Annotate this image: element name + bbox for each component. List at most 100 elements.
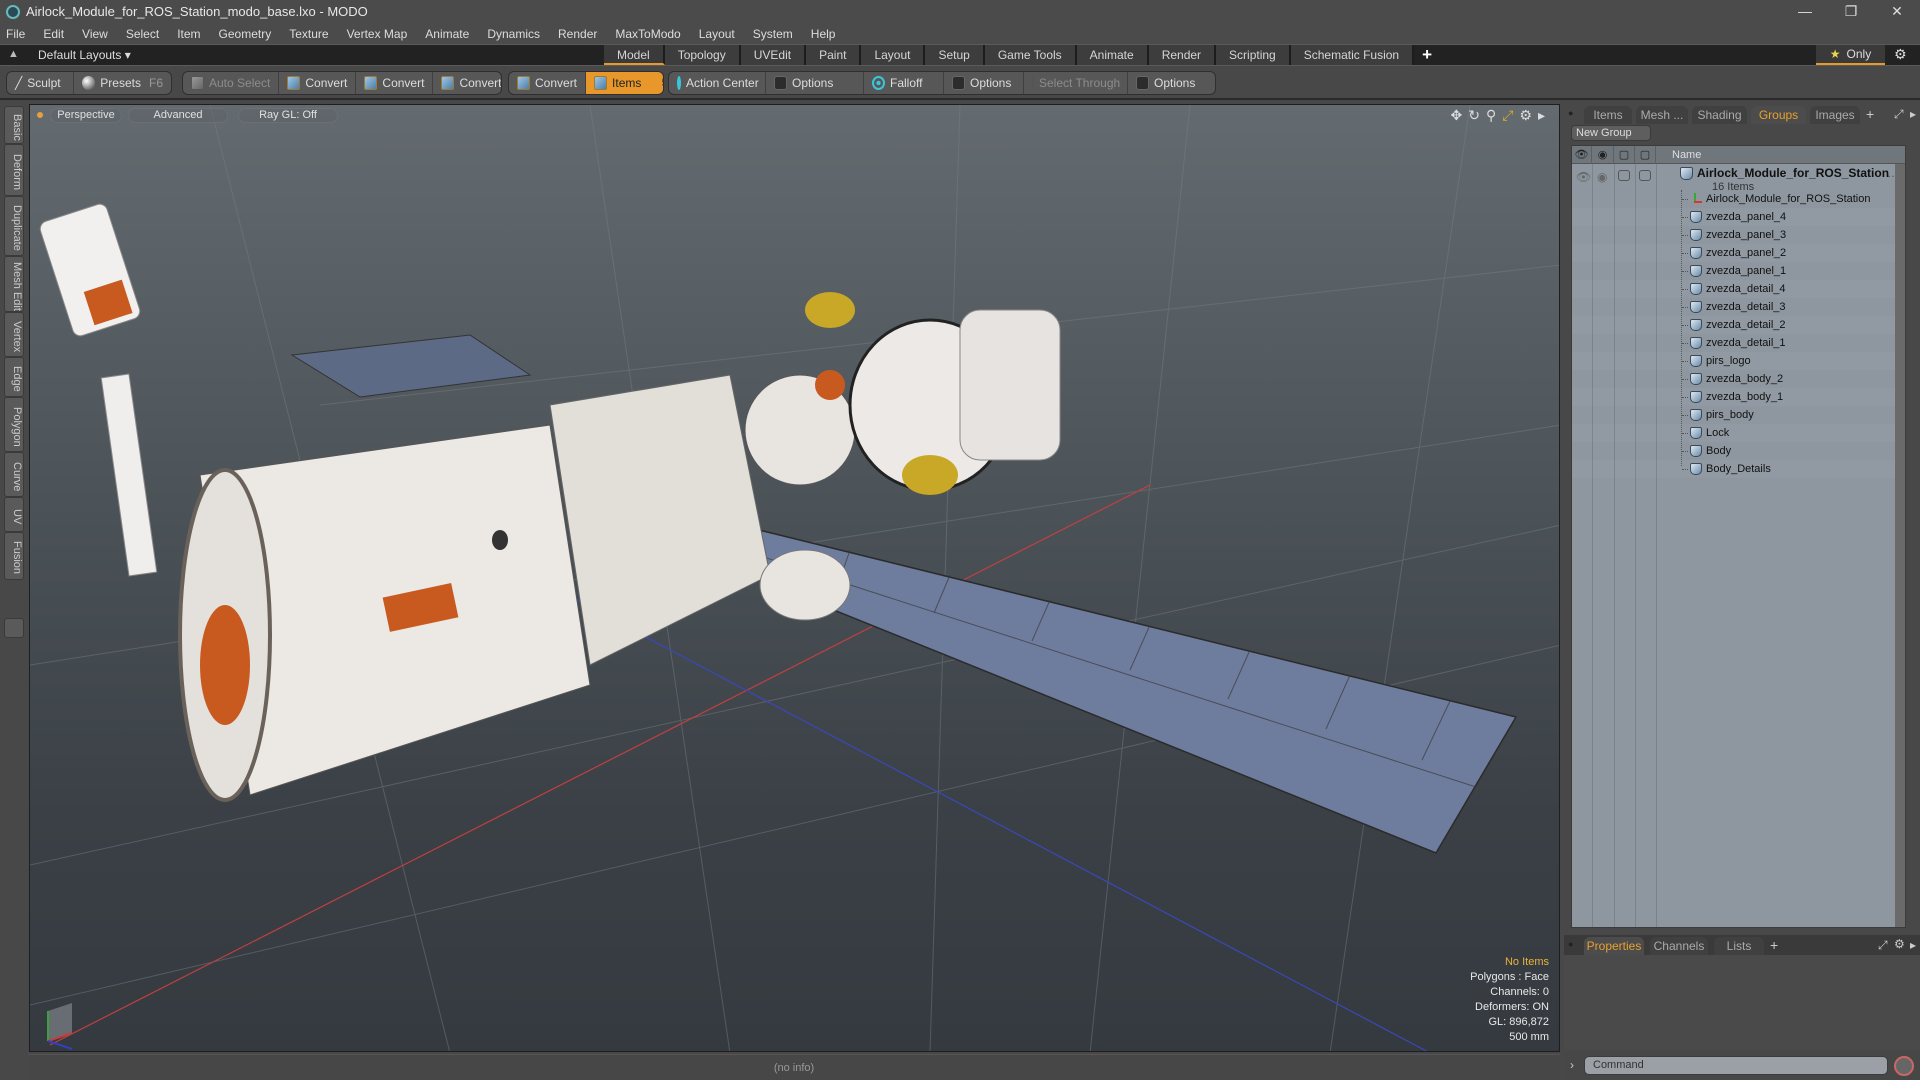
- group-item-row[interactable]: pirs_body: [1572, 406, 1905, 424]
- tab-curve[interactable]: Curve: [4, 452, 24, 497]
- viewport-menu-dot[interactable]: [37, 112, 43, 118]
- convert-items-button[interactable]: Convert: [509, 72, 587, 94]
- tab-deform[interactable]: Deform: [4, 144, 24, 196]
- visibility-column-icon[interactable]: 👁: [1572, 146, 1592, 164]
- tab-paint[interactable]: Paint: [806, 45, 862, 65]
- group-item[interactable]: pirs_logo: [1690, 352, 1751, 370]
- group-item-row[interactable]: zvezda_panel_3: [1572, 226, 1905, 244]
- menu-texture[interactable]: Texture: [289, 27, 328, 41]
- group-item[interactable]: zvezda_panel_2: [1690, 244, 1786, 262]
- viewport-gear-icon[interactable]: ⚙: [1519, 107, 1532, 124]
- default-layouts-dropdown[interactable]: Default Layouts ▾: [38, 48, 131, 62]
- tab-extra[interactable]: [4, 618, 24, 638]
- group-item-row[interactable]: zvezda_panel_1: [1572, 262, 1905, 280]
- menu-item[interactable]: Item: [177, 27, 200, 41]
- group-item[interactable]: Airlock_Module_for_ROS_Station: [1690, 190, 1870, 208]
- group-item-row[interactable]: zvezda_detail_3: [1572, 298, 1905, 316]
- tab-game-tools[interactable]: Game Tools: [984, 45, 1077, 65]
- group-row[interactable]: Airlock_Module_for_ROS_Station: [1680, 166, 1889, 180]
- maximize-icon[interactable]: ⤢: [1502, 107, 1513, 124]
- menu-select[interactable]: Select: [126, 27, 159, 41]
- close-button[interactable]: ✕: [1874, 0, 1920, 23]
- menu-system[interactable]: System: [753, 27, 793, 41]
- tab-channels[interactable]: Channels: [1650, 937, 1708, 955]
- tab-items[interactable]: Items: [1584, 106, 1632, 124]
- tab-model[interactable]: Model: [604, 45, 665, 65]
- menu-layout[interactable]: Layout: [699, 27, 735, 41]
- action-center-options-button[interactable]: Options: [766, 72, 864, 94]
- perspective-dropdown[interactable]: Perspective: [50, 108, 122, 123]
- group-item-row[interactable]: zvezda_detail_4: [1572, 280, 1905, 298]
- group-item[interactable]: pirs_body: [1690, 406, 1754, 424]
- group-item[interactable]: zvezda_body_2: [1690, 370, 1783, 388]
- add-properties-tab-button[interactable]: +: [1770, 937, 1778, 953]
- tab-lists[interactable]: Lists: [1714, 937, 1764, 955]
- lock-column-icon[interactable]: ▢: [1614, 146, 1635, 164]
- record-macro-icon[interactable]: [1894, 1056, 1914, 1076]
- minimize-button[interactable]: —: [1782, 0, 1828, 23]
- auto-select-button[interactable]: Auto Select: [183, 72, 280, 94]
- groups-scrollbar[interactable]: [1895, 164, 1905, 927]
- group-item-row[interactable]: zvezda_panel_2: [1572, 244, 1905, 262]
- properties-gear-icon[interactable]: ⚙: [1894, 937, 1905, 951]
- tab-scripting[interactable]: Scripting: [1216, 45, 1291, 65]
- group-select-toggle[interactable]: [1639, 170, 1651, 181]
- tab-edge[interactable]: Edge: [4, 357, 24, 397]
- group-item-row[interactable]: Airlock_Module_for_ROS_Station: [1572, 190, 1905, 208]
- 3d-viewport[interactable]: Perspective Advanced Ray GL: Off ✥ ↻ ⚲ ⤢…: [29, 104, 1560, 1052]
- tab-basic[interactable]: Basic: [4, 106, 24, 144]
- select-through-button[interactable]: Select Through: [1024, 72, 1128, 94]
- group-item-row[interactable]: Body: [1572, 442, 1905, 460]
- group-item[interactable]: Body: [1690, 442, 1731, 460]
- tab-setup[interactable]: Setup: [925, 45, 985, 65]
- layout-collapse-icon[interactable]: ▲: [8, 48, 19, 60]
- falloff-button[interactable]: Falloff: [864, 72, 944, 94]
- menu-help[interactable]: Help: [811, 27, 836, 41]
- raygl-toggle[interactable]: Ray GL: Off: [238, 108, 338, 123]
- tab-mesh-edit[interactable]: Mesh Edit: [4, 256, 24, 312]
- zoom-icon[interactable]: ⚲: [1486, 107, 1496, 124]
- name-column-header[interactable]: Name: [1672, 146, 1701, 164]
- panel-menu-dot-icon[interactable]: ●: [1568, 108, 1573, 118]
- menu-edit[interactable]: Edit: [43, 27, 64, 41]
- group-item-row[interactable]: zvezda_detail_1: [1572, 334, 1905, 352]
- rotate-icon[interactable]: ↻: [1468, 107, 1480, 124]
- properties-menu-dot-icon[interactable]: ●: [1568, 939, 1573, 949]
- group-item[interactable]: zvezda_detail_1: [1690, 334, 1786, 352]
- gear-icon[interactable]: ⚙: [1894, 46, 1907, 63]
- tab-images[interactable]: Images: [1810, 106, 1860, 124]
- tab-uvedit[interactable]: UVEdit: [740, 45, 807, 65]
- group-item[interactable]: zvezda_panel_3: [1690, 226, 1786, 244]
- tab-duplicate[interactable]: Duplicate: [4, 196, 24, 256]
- falloff-options-button[interactable]: Options: [944, 72, 1024, 94]
- command-input[interactable]: Command: [1584, 1056, 1888, 1075]
- tab-polygon[interactable]: Polygon: [4, 397, 24, 452]
- tab-shading[interactable]: Shading: [1692, 106, 1747, 124]
- menu-file[interactable]: File: [6, 27, 25, 41]
- group-item-row[interactable]: zvezda_body_2: [1572, 370, 1905, 388]
- select-through-options-button[interactable]: Options: [1128, 72, 1215, 94]
- pan-icon[interactable]: ✥: [1450, 107, 1462, 124]
- tab-properties[interactable]: Properties: [1584, 937, 1644, 955]
- convert-edges-button[interactable]: Convert: [356, 72, 434, 94]
- group-item-row[interactable]: zvezda_detail_2: [1572, 316, 1905, 334]
- group-item[interactable]: zvezda_panel_4: [1690, 208, 1786, 226]
- tab-schematic-fusion[interactable]: Schematic Fusion: [1290, 45, 1415, 65]
- tab-fusion[interactable]: Fusion: [4, 532, 24, 580]
- tab-animate[interactable]: Animate: [1076, 45, 1149, 65]
- presets-button[interactable]: Presets F6: [74, 72, 171, 94]
- tab-mesh[interactable]: Mesh ...: [1636, 106, 1688, 124]
- tab-groups[interactable]: Groups: [1751, 106, 1806, 124]
- menu-animate[interactable]: Animate: [425, 27, 469, 41]
- convert-polygons-button[interactable]: Convert: [433, 72, 501, 94]
- action-center-button[interactable]: Action Center: [669, 72, 766, 94]
- group-visibility-toggle[interactable]: 👁: [1576, 170, 1591, 184]
- menu-dynamics[interactable]: Dynamics: [487, 27, 540, 41]
- shading-dropdown[interactable]: Advanced: [128, 108, 228, 123]
- group-item-row[interactable]: Lock: [1572, 424, 1905, 442]
- viewport-expand-arrow-icon[interactable]: ▸: [1538, 107, 1545, 124]
- tab-layout[interactable]: Layout: [861, 45, 926, 65]
- command-history-arrow-icon[interactable]: ›: [1570, 1058, 1574, 1072]
- group-item[interactable]: Body_Details: [1690, 460, 1771, 478]
- add-tab-button[interactable]: +: [1414, 45, 1440, 65]
